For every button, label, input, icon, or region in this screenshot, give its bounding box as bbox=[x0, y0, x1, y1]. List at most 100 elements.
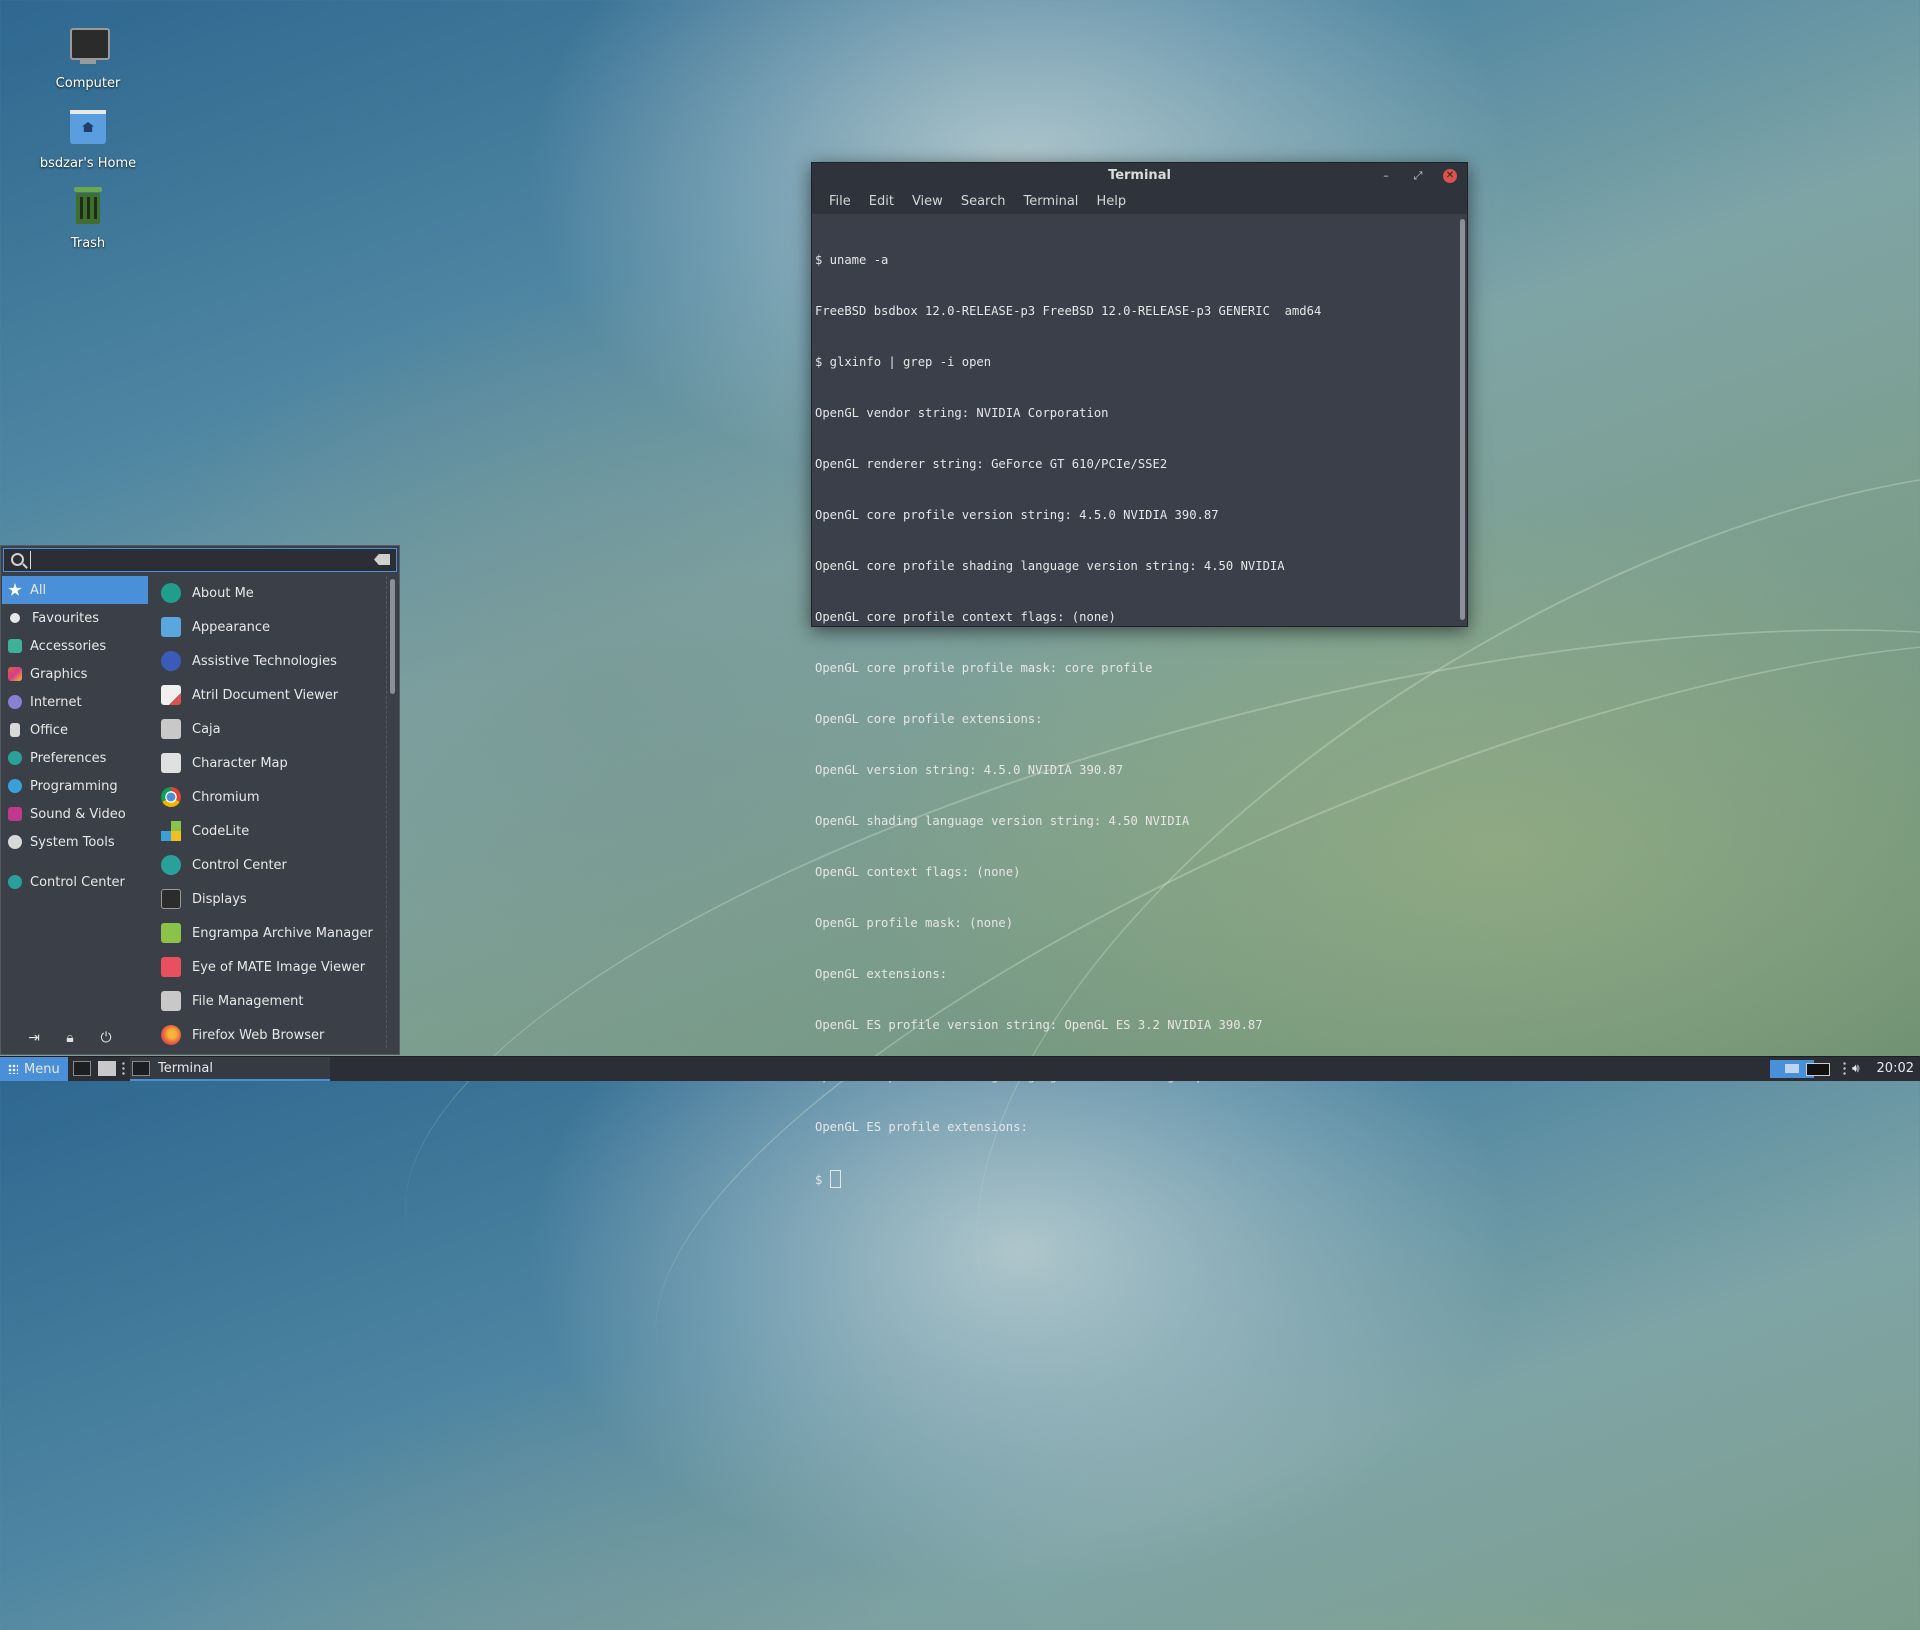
image-viewer-icon bbox=[161, 957, 181, 977]
desktop-icon-trash[interactable]: Trash bbox=[28, 184, 148, 251]
category-preferences[interactable]: Preferences bbox=[2, 744, 148, 772]
minimize-icon[interactable]: – bbox=[1379, 169, 1393, 183]
category-internet[interactable]: Internet bbox=[2, 688, 148, 716]
clock[interactable]: 20:02 bbox=[1877, 1061, 1914, 1076]
terminal-titlebar[interactable]: Terminal – ⤢ ✕ bbox=[812, 163, 1467, 189]
app-eye-of-mate[interactable]: Eye of MATE Image Viewer bbox=[153, 950, 385, 984]
category-label: System Tools bbox=[30, 834, 115, 850]
app-chromium[interactable]: Chromium bbox=[153, 780, 385, 814]
terminal-line: OpenGL core profile context flags: (none… bbox=[815, 610, 1116, 624]
app-atril[interactable]: Atril Document Viewer bbox=[153, 678, 385, 712]
app-assistive-technologies[interactable]: Assistive Technologies bbox=[153, 644, 385, 678]
terminal-line: $ glxinfo | grep -i open bbox=[815, 355, 992, 369]
file-manager-icon bbox=[161, 991, 181, 1011]
menu-search[interactable]: Search bbox=[952, 189, 1015, 214]
appearance-icon bbox=[161, 617, 181, 637]
category-system-tools[interactable]: System Tools bbox=[2, 828, 148, 856]
accessories-icon bbox=[8, 639, 22, 653]
category-label: Favourites bbox=[32, 610, 99, 626]
menu-view[interactable]: View bbox=[903, 189, 952, 214]
category-all[interactable]: All bbox=[2, 576, 148, 604]
category-label: Control Center bbox=[30, 874, 125, 890]
document-viewer-icon bbox=[161, 685, 181, 705]
star-icon bbox=[8, 583, 22, 596]
logout-icon[interactable]: ⇥ bbox=[25, 1030, 43, 1048]
apps-grid-icon bbox=[8, 1064, 18, 1074]
panel-handle-icon[interactable] bbox=[1843, 1061, 1846, 1077]
archive-icon bbox=[161, 923, 181, 943]
terminal-line: OpenGL core profile profile mask: core p… bbox=[815, 661, 1153, 675]
menu-scrollbar[interactable] bbox=[390, 579, 395, 694]
workspace-2[interactable] bbox=[1796, 1060, 1840, 1078]
terminal-line: OpenGL profile mask: (none) bbox=[815, 916, 1014, 930]
app-about-me[interactable]: About Me bbox=[153, 576, 385, 610]
terminal-scrollbar[interactable] bbox=[1460, 219, 1465, 620]
desktop-icon-home[interactable]: bsdzar's Home bbox=[28, 104, 148, 171]
menu-terminal[interactable]: Terminal bbox=[1014, 189, 1087, 214]
terminal-launcher-icon[interactable] bbox=[73, 1061, 91, 1076]
volume-icon[interactable]: 🔊︎ bbox=[1852, 1061, 1860, 1076]
category-label: Accessories bbox=[30, 638, 107, 654]
app-displays[interactable]: Displays bbox=[153, 882, 385, 916]
category-label: Internet bbox=[30, 694, 82, 710]
close-icon[interactable]: ✕ bbox=[1443, 169, 1457, 183]
menu-help[interactable]: Help bbox=[1087, 189, 1135, 214]
category-label: Programming bbox=[30, 778, 118, 794]
menu-search-bar[interactable] bbox=[3, 548, 397, 572]
menu-divider bbox=[386, 576, 387, 1048]
terminal-line: OpenGL vendor string: NVIDIA Corporation bbox=[815, 406, 1109, 420]
programming-icon bbox=[8, 779, 22, 793]
category-list: All Favourites Accessories Graphics Inte… bbox=[2, 576, 148, 896]
search-icon bbox=[11, 553, 24, 566]
app-label: Appearance bbox=[192, 619, 271, 635]
heart-icon bbox=[10, 613, 20, 623]
category-accessories[interactable]: Accessories bbox=[2, 632, 148, 660]
app-label: Eye of MATE Image Viewer bbox=[192, 959, 366, 975]
system-tools-icon bbox=[8, 835, 22, 849]
app-control-center[interactable]: Control Center bbox=[153, 848, 385, 882]
app-firefox[interactable]: Firefox Web Browser bbox=[153, 1018, 385, 1052]
app-codelite[interactable]: CodeLite bbox=[153, 814, 385, 848]
app-label: Firefox Web Browser bbox=[192, 1027, 325, 1043]
app-label: Character Map bbox=[192, 755, 288, 771]
terminal-line: OpenGL version string: 4.5.0 NVIDIA 390.… bbox=[815, 763, 1124, 777]
file-manager-launcher-icon[interactable] bbox=[98, 1061, 116, 1076]
category-graphics[interactable]: Graphics bbox=[2, 660, 148, 688]
category-favourites[interactable]: Favourites bbox=[2, 604, 148, 632]
menu-edit[interactable]: Edit bbox=[860, 189, 903, 214]
category-office[interactable]: Office bbox=[2, 716, 148, 744]
app-character-map[interactable]: Character Map bbox=[153, 746, 385, 780]
terminal-line: $ uname -a bbox=[815, 253, 889, 267]
home-folder-icon bbox=[64, 104, 112, 152]
power-icon[interactable]: ⏻ bbox=[97, 1030, 115, 1048]
search-input[interactable] bbox=[30, 551, 379, 569]
internet-icon bbox=[8, 695, 22, 709]
category-programming[interactable]: Programming bbox=[2, 772, 148, 800]
character-map-icon bbox=[161, 753, 181, 773]
app-appearance[interactable]: Appearance bbox=[153, 610, 385, 644]
terminal-line: OpenGL renderer string: GeForce GT 610/P… bbox=[815, 457, 1168, 471]
app-file-management[interactable]: File Management bbox=[153, 984, 385, 1018]
terminal-window[interactable]: Terminal – ⤢ ✕ File Edit View Search Ter… bbox=[811, 162, 1468, 1188]
panel-handle-icon[interactable] bbox=[122, 1061, 125, 1077]
taskbar: Menu Terminal 🔊︎ 20:02 bbox=[0, 1056, 1920, 1081]
lock-icon[interactable]: 🔒︎ bbox=[61, 1030, 79, 1048]
desktop-icon-computer[interactable]: Computer bbox=[28, 24, 148, 91]
terminal-output[interactable]: $ uname -a FreeBSD bsdbox 12.0-RELEASE-p… bbox=[813, 216, 1459, 1188]
category-label: Office bbox=[30, 722, 68, 738]
computer-icon bbox=[64, 24, 112, 72]
terminal-cursor bbox=[829, 1170, 841, 1188]
category-control-center[interactable]: Control Center bbox=[2, 868, 148, 896]
desktop-icon-label: Computer bbox=[55, 76, 121, 91]
maximize-icon[interactable]: ⤢ bbox=[1411, 169, 1425, 183]
category-label: Sound & Video bbox=[30, 806, 126, 822]
taskbar-task-terminal[interactable]: Terminal bbox=[130, 1057, 330, 1081]
file-manager-icon bbox=[161, 719, 181, 739]
app-caja[interactable]: Caja bbox=[153, 712, 385, 746]
menu-file[interactable]: File bbox=[820, 189, 860, 214]
preferences-icon bbox=[8, 751, 22, 765]
app-engrampa[interactable]: Engrampa Archive Manager bbox=[153, 916, 385, 950]
menu-button[interactable]: Menu bbox=[0, 1057, 68, 1081]
multimedia-icon bbox=[8, 807, 22, 821]
category-sound-video[interactable]: Sound & Video bbox=[2, 800, 148, 828]
